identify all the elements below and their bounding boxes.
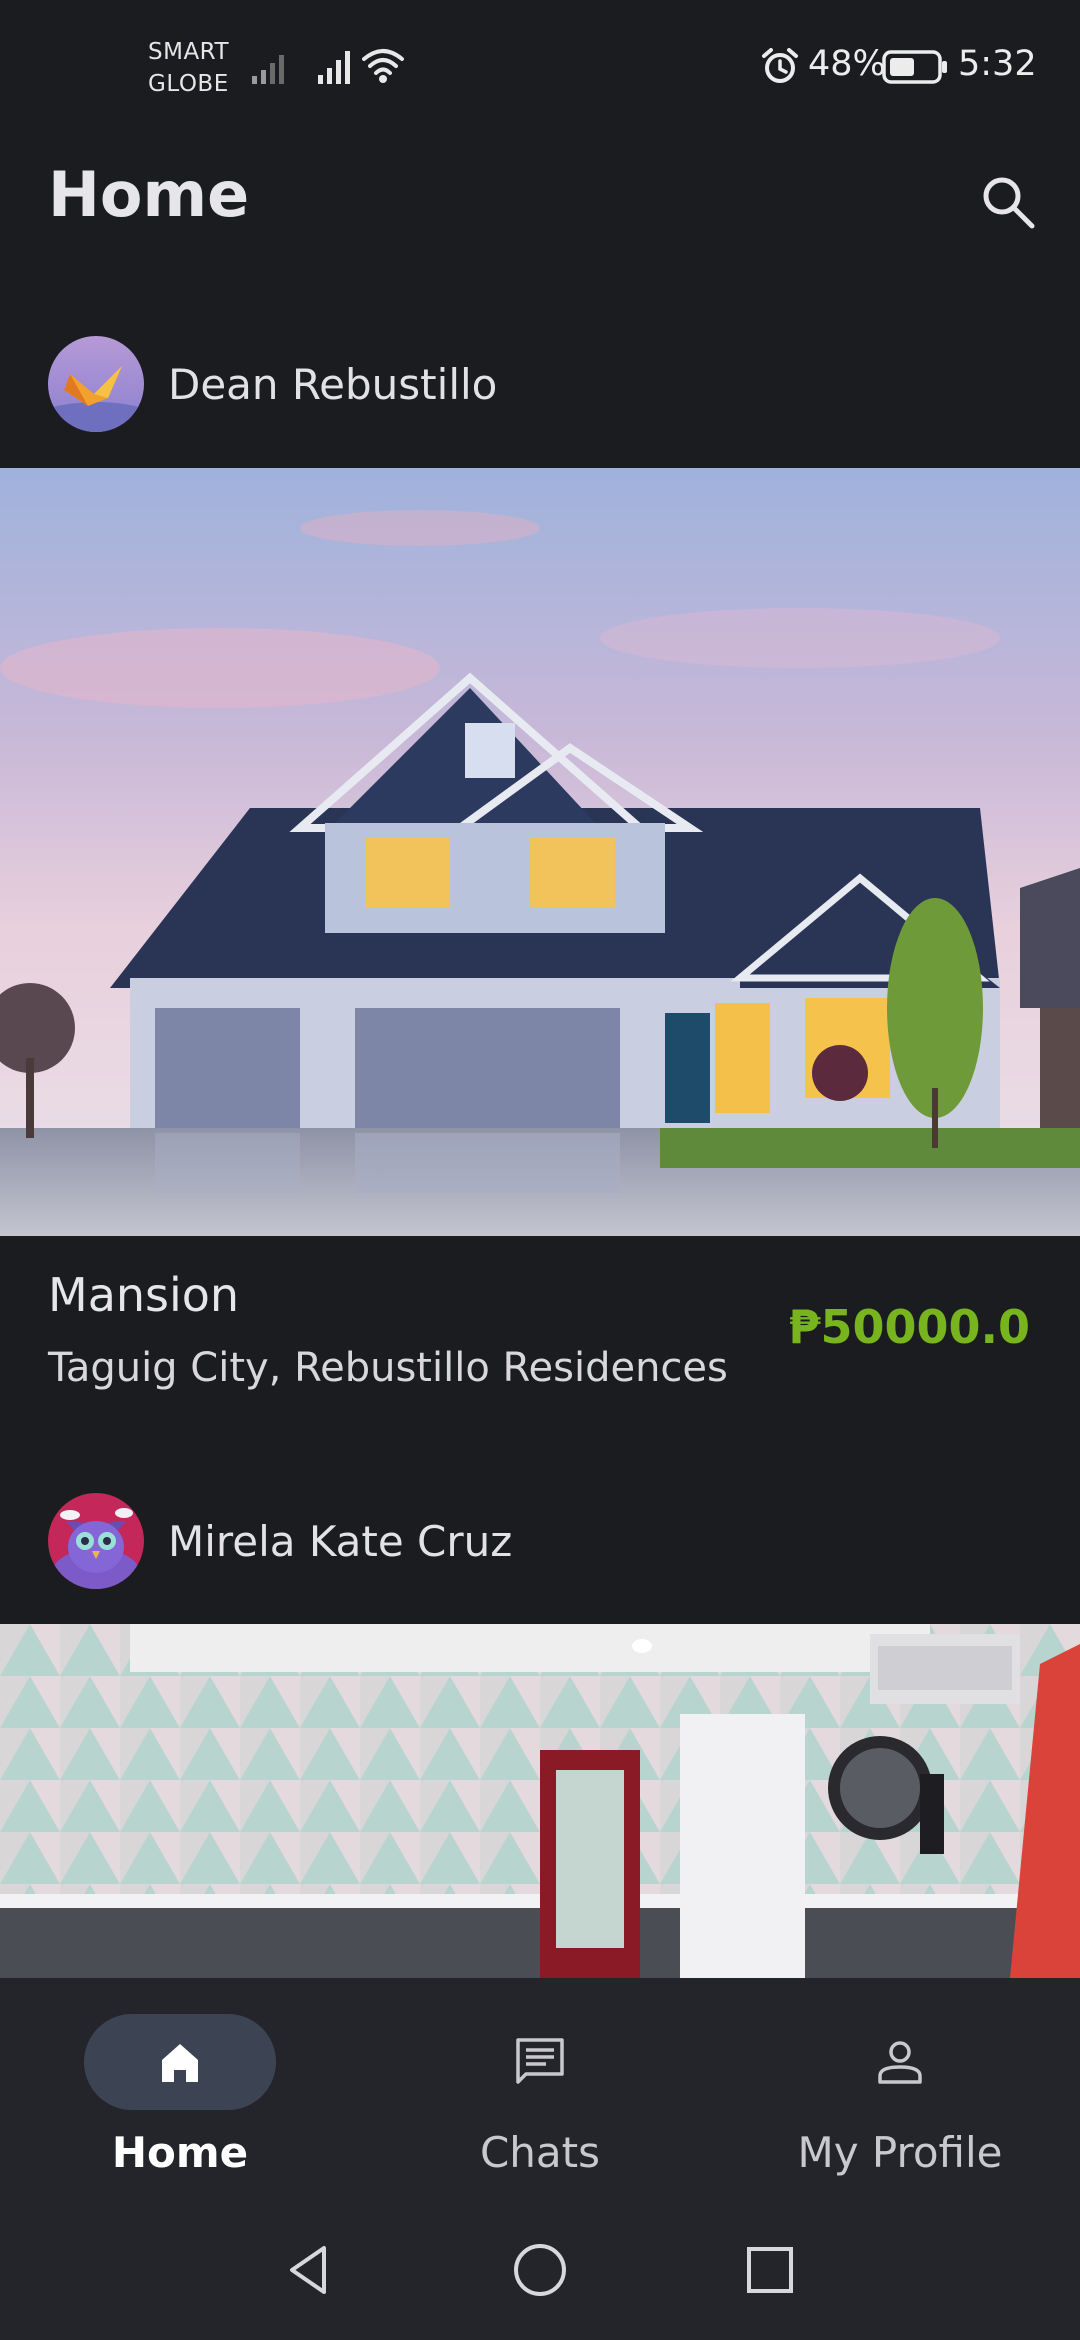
home-screen: SMART GLOBE 48% 5:32 Home Dean Rebustill… [0, 0, 1080, 2340]
signal-icon [252, 55, 284, 84]
room-image [0, 1624, 1080, 1978]
nav-label-profile: My Profile [797, 2128, 1003, 2177]
owl-avatar-icon [48, 1493, 144, 1589]
home-icon [162, 2044, 198, 2082]
carrier-bottom: GLOBE [148, 71, 229, 97]
carrier-label: SMART GLOBE [148, 36, 229, 100]
post-header[interactable]: Dean Rebustillo [0, 336, 1080, 446]
author-name[interactable]: Dean Rebustillo [168, 360, 497, 409]
post-header[interactable]: Mirela Kate Cruz [0, 1493, 1080, 1603]
listing-photo[interactable] [0, 468, 1080, 1236]
search-icon[interactable] [976, 170, 1040, 234]
listing-location: Taguig City, Rebustillo Residences [48, 1345, 728, 1391]
nav-item-chats[interactable]: Chats [390, 1978, 690, 2198]
status-bar: SMART GLOBE 48% 5:32 [0, 0, 1080, 135]
bottom-navigation: Home Chats My Profile [0, 1978, 1080, 2198]
back-icon[interactable] [280, 2240, 340, 2300]
battery-icon [882, 50, 947, 84]
chat-icon [516, 2038, 564, 2084]
nav-item-profile[interactable]: My Profile [750, 1978, 1050, 2198]
battery-percent: 48% [808, 44, 886, 84]
nav-label-chats: Chats [479, 2128, 601, 2177]
nav-label-home: Home [111, 2128, 249, 2177]
alarm-icon [762, 48, 798, 83]
avatar[interactable] [48, 1493, 144, 1589]
system-navigation-bar [0, 2198, 1080, 2340]
listing-photo[interactable] [0, 1624, 1080, 1978]
home-circle-icon[interactable] [510, 2240, 570, 2300]
avatar[interactable] [48, 336, 144, 432]
house-image [0, 468, 1080, 1236]
profile-icon [878, 2041, 922, 2084]
recents-icon[interactable] [740, 2240, 800, 2300]
nav-item-home[interactable]: Home [30, 1978, 330, 2198]
page-title: Home [48, 158, 250, 231]
listing-title[interactable]: Mansion [48, 1268, 239, 1322]
author-name[interactable]: Mirela Kate Cruz [168, 1517, 512, 1566]
wifi-icon [362, 49, 404, 83]
signal-icon [318, 51, 350, 84]
clock: 5:32 [958, 44, 1037, 84]
listing-price: ₱50000.0 [788, 1300, 1030, 1354]
crane-avatar-icon [48, 336, 144, 432]
carrier-top: SMART [148, 39, 230, 65]
